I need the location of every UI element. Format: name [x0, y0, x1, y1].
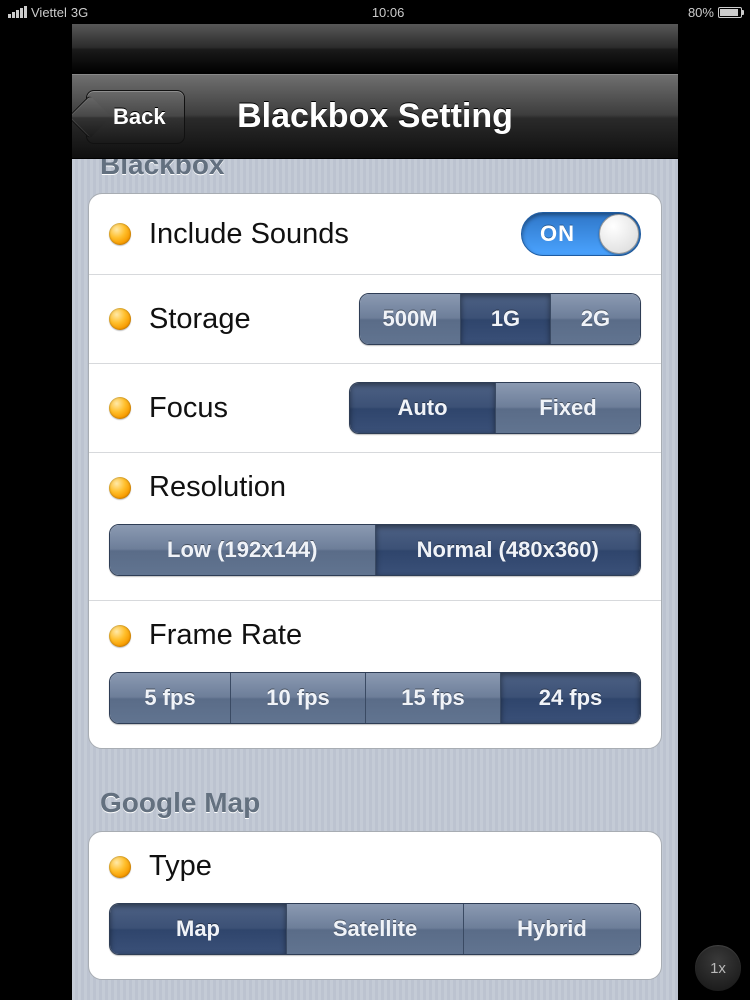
storage-label: Storage: [149, 303, 359, 336]
focus-option-auto[interactable]: Auto: [350, 383, 495, 433]
back-button-label: Back: [113, 104, 166, 130]
zoom-label: 1x: [710, 960, 726, 977]
resolution-label: Resolution: [149, 471, 641, 504]
map-type-option-map[interactable]: Map: [110, 904, 286, 954]
storage-option-1g[interactable]: 1G: [460, 294, 550, 344]
storage-option-2g[interactable]: 2G: [550, 294, 640, 344]
map-type-option-satellite[interactable]: Satellite: [286, 904, 463, 954]
fps-option-5[interactable]: 5 fps: [110, 673, 230, 723]
signal-icon: [8, 6, 27, 18]
row-frame-rate: Frame Rate 5 fps 10 fps 15 fps 24 fps: [89, 600, 661, 748]
group-blackbox: Include Sounds ON Storage 500M 1G 2G: [88, 193, 662, 749]
map-type-segmented: Map Satellite Hybrid: [109, 903, 641, 955]
bullet-icon: [109, 477, 131, 499]
storage-option-500m[interactable]: 500M: [360, 294, 460, 344]
bullet-icon: [109, 308, 131, 330]
fps-option-15[interactable]: 15 fps: [365, 673, 500, 723]
resolution-segmented: Low (192x144) Normal (480x360): [109, 524, 641, 576]
bullet-icon: [109, 397, 131, 419]
battery-label: 80%: [688, 5, 714, 20]
battery-icon: [718, 7, 742, 18]
include-sounds-toggle[interactable]: ON: [521, 212, 641, 256]
device-bezel-top: [72, 24, 678, 74]
bullet-icon: [109, 856, 131, 878]
row-include-sounds: Include Sounds ON: [89, 194, 661, 274]
network-label: 3G: [71, 5, 88, 20]
map-type-option-hybrid[interactable]: Hybrid: [463, 904, 640, 954]
storage-segmented: 500M 1G 2G: [359, 293, 641, 345]
settings-content[interactable]: Blackbox Include Sounds ON Storage: [72, 159, 678, 1000]
fps-option-24[interactable]: 24 fps: [500, 673, 640, 723]
focus-option-fixed[interactable]: Fixed: [495, 383, 640, 433]
toggle-on-label: ON: [540, 221, 575, 247]
group-google-map: Type Map Satellite Hybrid: [88, 831, 662, 980]
frame-rate-segmented: 5 fps 10 fps 15 fps 24 fps: [109, 672, 641, 724]
status-bar: Viettel 3G 10:06 80%: [0, 0, 750, 24]
resolution-option-normal[interactable]: Normal (480x360): [375, 525, 641, 575]
section-header-blackbox: Blackbox: [88, 159, 662, 193]
toggle-knob-icon: [599, 214, 639, 254]
bullet-icon: [109, 223, 131, 245]
focus-label: Focus: [149, 392, 349, 425]
app-window: Back Blackbox Setting Blackbox Include S…: [72, 24, 678, 1000]
row-focus: Focus Auto Fixed: [89, 363, 661, 452]
map-type-label: Type: [149, 850, 641, 883]
include-sounds-label: Include Sounds: [149, 218, 521, 251]
bullet-icon: [109, 625, 131, 647]
back-button[interactable]: Back: [86, 90, 185, 144]
row-storage: Storage 500M 1G 2G: [89, 274, 661, 363]
clock: 10:06: [372, 5, 405, 20]
carrier-label: Viettel: [31, 5, 67, 20]
resolution-option-low[interactable]: Low (192x144): [110, 525, 375, 575]
status-right: 80%: [688, 5, 742, 20]
section-header-google-map: Google Map: [88, 749, 662, 831]
row-map-type: Type Map Satellite Hybrid: [89, 832, 661, 979]
nav-bar: Back Blackbox Setting: [72, 74, 678, 159]
zoom-badge[interactable]: 1x: [694, 944, 742, 992]
frame-rate-label: Frame Rate: [149, 619, 641, 652]
fps-option-10[interactable]: 10 fps: [230, 673, 365, 723]
focus-segmented: Auto Fixed: [349, 382, 641, 434]
row-resolution: Resolution Low (192x144) Normal (480x360…: [89, 452, 661, 600]
status-left: Viettel 3G: [8, 5, 88, 20]
